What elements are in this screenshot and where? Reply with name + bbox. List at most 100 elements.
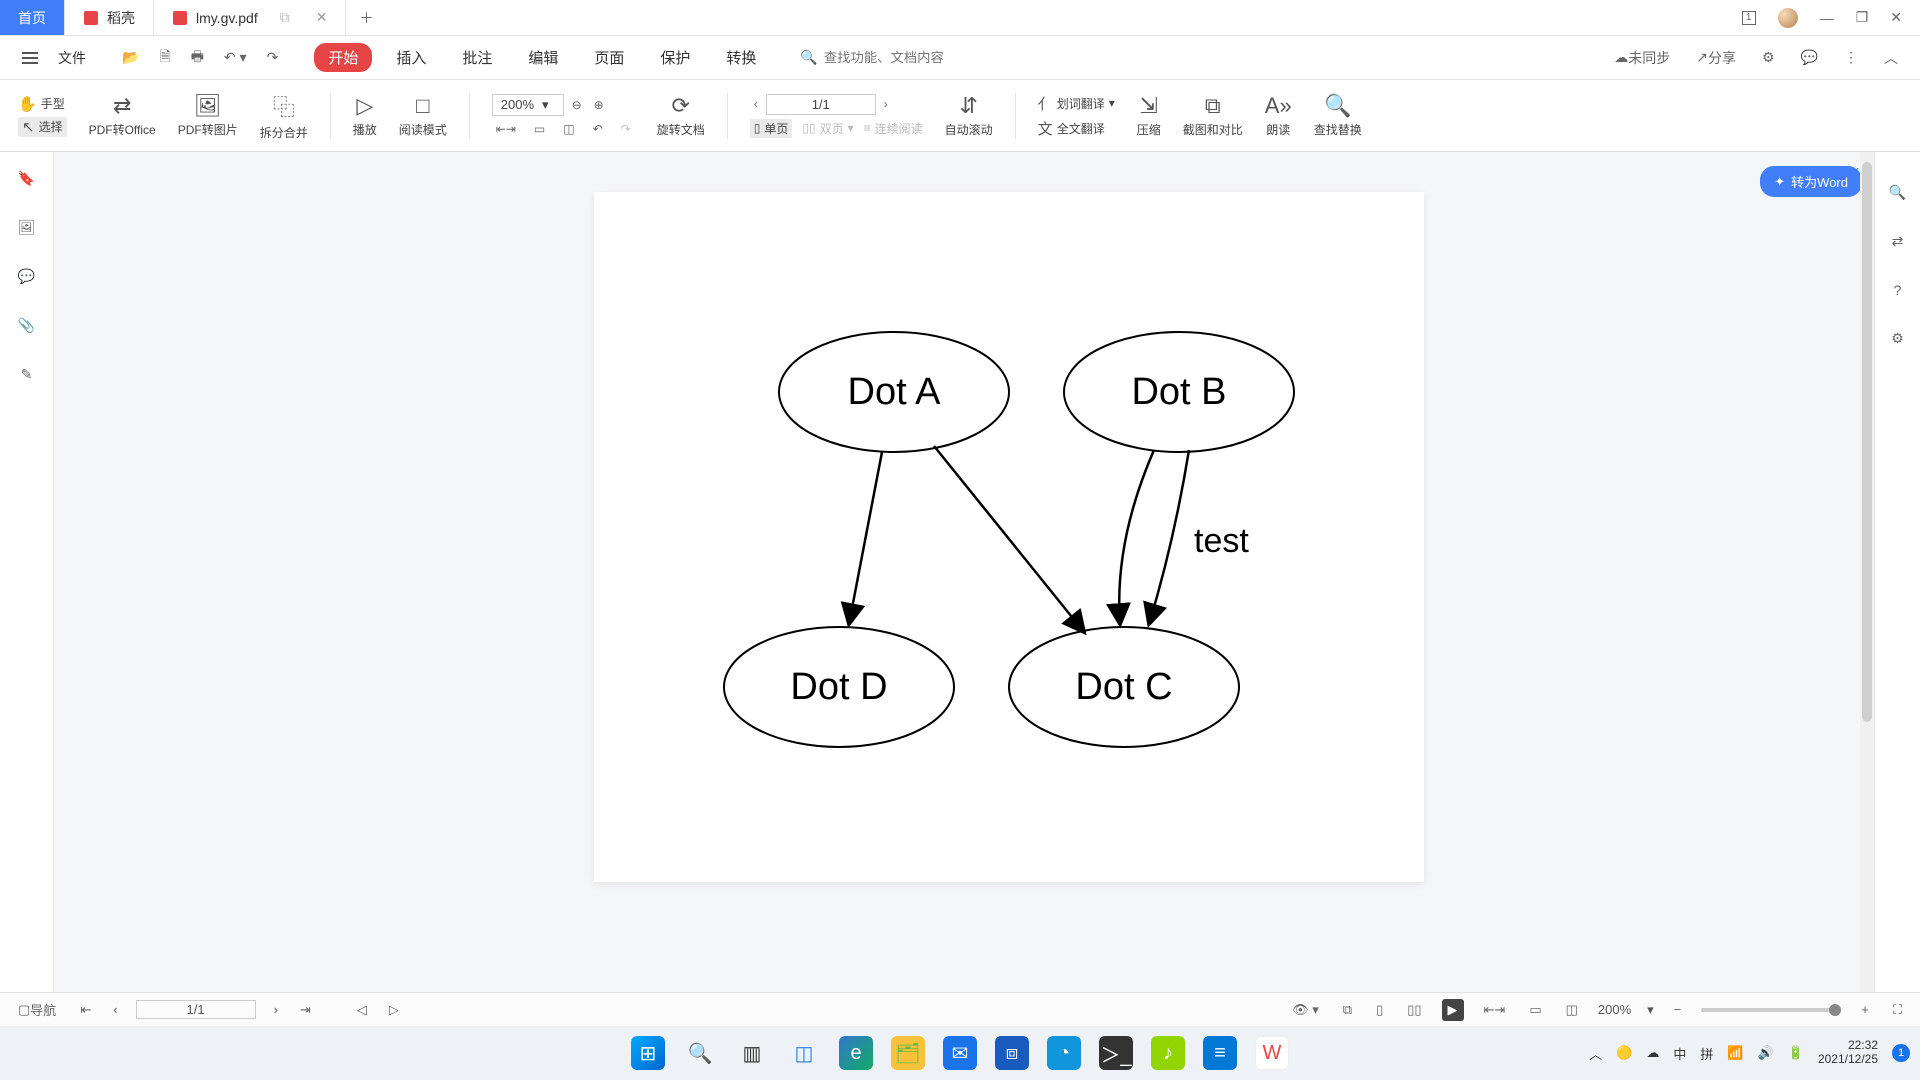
app2-icon[interactable]: ♪ <box>1151 1036 1185 1070</box>
side-settings-icon[interactable]: ⚙ <box>1887 328 1908 349</box>
document-viewport[interactable]: ⋯ ✦ 转为Word Dot A Dot B Dot D <box>54 152 1874 992</box>
layout-single-icon[interactable]: ▯ <box>1372 1000 1387 1020</box>
scrollbar-thumb[interactable] <box>1862 162 1872 722</box>
store-icon[interactable]: ⧈ <box>995 1036 1029 1070</box>
nav-pane-button[interactable]: ▢ 导航 <box>14 998 60 1021</box>
pdf-to-office-button[interactable]: ⇄PDF转Office <box>89 93 156 138</box>
popout-icon[interactable]: ⧉ <box>280 9 290 26</box>
edge-icon[interactable]: e <box>839 1036 873 1070</box>
prev-page-icon[interactable]: ‹ <box>750 95 762 113</box>
save-icon[interactable]: 🗎 <box>155 44 174 72</box>
app1-icon[interactable]: ◔ <box>1047 1036 1081 1070</box>
back-icon[interactable]: ◁ <box>353 1000 371 1020</box>
widgets-icon[interactable]: ◫ <box>787 1036 821 1070</box>
close-tab-icon[interactable]: ✕ <box>316 9 328 26</box>
fit-width-icon[interactable]: ⇤⇥ <box>492 120 520 138</box>
zoom-slider[interactable] <box>1701 1008 1841 1012</box>
menu-start[interactable]: 开始 <box>314 43 372 72</box>
selection-translate-button[interactable]: ⺅划词翻译▾ <box>1038 93 1115 114</box>
convert-to-word-button[interactable]: ✦ 转为Word <box>1760 166 1862 197</box>
hand-tool[interactable]: ✋手型 <box>18 95 67 113</box>
wifi-icon[interactable]: 📶 <box>1727 1045 1743 1061</box>
side-translate-icon[interactable]: ⇄ <box>1888 231 1908 252</box>
menu-convert[interactable]: 转换 <box>714 43 768 72</box>
first-page-icon[interactable]: ⇤ <box>76 1000 95 1020</box>
page-indicator[interactable]: 1/1 <box>766 94 876 115</box>
menu-page[interactable]: 页面 <box>582 43 636 72</box>
screenshot-compare-button[interactable]: ⧉截图和对比 <box>1183 93 1243 138</box>
auto-scroll-button[interactable]: ⇵自动滚动 <box>945 93 993 138</box>
search-box[interactable]: 🔍 <box>800 49 1003 66</box>
terminal-icon[interactable]: ＞_ <box>1099 1036 1133 1070</box>
full-translate-button[interactable]: 文全文翻译 <box>1038 118 1115 139</box>
play-button[interactable]: ▷播放 <box>353 93 377 138</box>
tray-expand-icon[interactable]: ︿ <box>1589 1044 1602 1063</box>
taskbar-search-icon[interactable]: 🔍 <box>683 1036 717 1070</box>
zoom-plus-icon[interactable]: + <box>1857 1000 1873 1019</box>
sync-status[interactable]: ☁ 未同步 <box>1610 46 1674 70</box>
avatar[interactable] <box>1778 8 1798 28</box>
start-button[interactable]: ⊞ <box>631 1036 665 1070</box>
tab-home[interactable]: 首页 <box>0 0 65 35</box>
print-icon[interactable]: 🖶 <box>187 44 208 72</box>
bookmark-icon[interactable]: 🔖 <box>14 168 39 189</box>
select-tool[interactable]: ↖选择 <box>18 117 67 137</box>
redo-icon[interactable]: ↷ <box>263 47 283 68</box>
zoom-readout-chevron[interactable]: ▾ <box>1647 1002 1654 1018</box>
share-button[interactable]: ↗ 分享 <box>1692 46 1740 70</box>
rotate-right-icon[interactable]: ↷ <box>617 120 635 138</box>
vscode-icon[interactable]: ≡ <box>1203 1036 1237 1070</box>
side-help-icon[interactable]: ? <box>1890 280 1906 300</box>
open-icon[interactable]: 📂 <box>118 47 143 68</box>
battery-icon[interactable]: 🔋 <box>1788 1045 1804 1061</box>
prev-page-bottom-icon[interactable]: ‹ <box>109 1000 121 1019</box>
fit-1-icon[interactable]: ⇤⇥ <box>1480 1000 1510 1020</box>
wps-icon[interactable]: W <box>1255 1036 1289 1070</box>
menu-protect[interactable]: 保护 <box>648 43 702 72</box>
compress-button[interactable]: ⇲压缩 <box>1137 93 1161 138</box>
double-page-button[interactable]: ▯▯双页▾ <box>802 120 853 137</box>
settings-icon[interactable]: ⚙ <box>1758 47 1779 68</box>
ime-indicator-2[interactable]: 拼 <box>1700 1044 1713 1063</box>
feedback-icon[interactable]: 💬 <box>1797 47 1822 68</box>
new-tab-button[interactable]: ＋ <box>346 0 386 35</box>
last-page-icon[interactable]: ⇥ <box>296 1000 315 1020</box>
fit-2-icon[interactable]: ▭ <box>1525 1000 1545 1020</box>
taskview-icon[interactable]: ▥ <box>735 1036 769 1070</box>
eye-icon[interactable]: 👁 ▾ <box>1288 1000 1323 1020</box>
notification-badge[interactable]: 1 <box>1892 1044 1910 1062</box>
tab-docshell[interactable]: 稻壳 <box>65 0 154 35</box>
volume-icon[interactable]: 🔊 <box>1758 1045 1774 1061</box>
continuous-button[interactable]: ≡连续阅读 <box>864 120 923 137</box>
read-mode-button[interactable]: □阅读模式 <box>399 93 447 138</box>
hamburger-icon[interactable] <box>18 55 42 61</box>
tray-cloud-icon[interactable]: ☁ <box>1646 1045 1659 1061</box>
side-search-icon[interactable]: 🔍 <box>1885 182 1910 203</box>
menu-annotate[interactable]: 批注 <box>450 43 504 72</box>
fullscreen-icon[interactable]: ⛶ <box>1889 1000 1906 1020</box>
comment-icon[interactable]: 💬 <box>14 266 39 287</box>
tts-button[interactable]: A»朗读 <box>1265 93 1292 138</box>
split-merge-button[interactable]: ⿻拆分合并 <box>260 90 308 141</box>
zoom-slider-knob[interactable] <box>1829 1004 1841 1016</box>
close-window-button[interactable]: ✕ <box>1890 9 1902 26</box>
next-page-bottom-icon[interactable]: › <box>270 1000 282 1019</box>
single-page-button[interactable]: ▯单页 <box>750 119 793 138</box>
menu-edit[interactable]: 编辑 <box>516 43 570 72</box>
actual-size-icon[interactable]: ◫ <box>559 120 578 138</box>
tray-app-icon[interactable]: 🟡 <box>1616 1045 1632 1061</box>
tab-current-file[interactable]: lmy.gv.pdf ⧉ ✕ <box>154 0 346 35</box>
slideshow-icon[interactable]: ▶ <box>1442 999 1464 1021</box>
zoom-in-icon[interactable]: ⊕ <box>590 96 608 114</box>
rotate-left-icon[interactable]: ↶ <box>589 120 607 138</box>
page-input[interactable]: 1/1 <box>136 1000 256 1019</box>
more-icon[interactable]: ⋮ <box>1840 47 1862 68</box>
crop-icon[interactable]: ⧉ <box>1339 1000 1356 1020</box>
thumbnail-icon[interactable]: 🖼 <box>14 217 40 238</box>
scrollbar-vertical[interactable] <box>1860 152 1874 992</box>
fit-page-icon[interactable]: ▭ <box>530 120 549 138</box>
layout-double-icon[interactable]: ▯▯ <box>1403 1000 1425 1020</box>
menu-insert[interactable]: 插入 <box>384 43 438 72</box>
ime-indicator-1[interactable]: 中 <box>1673 1044 1686 1063</box>
find-replace-button[interactable]: 🔍查找替换 <box>1314 93 1362 138</box>
